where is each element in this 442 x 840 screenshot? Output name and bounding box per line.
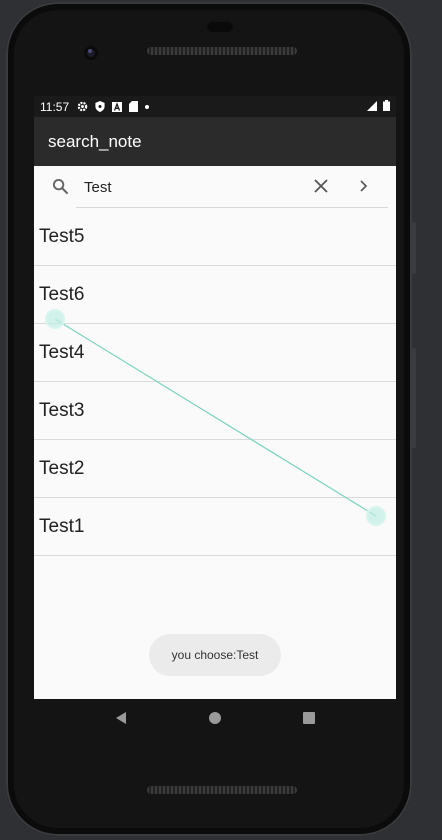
list-item-label: Test1 xyxy=(39,515,85,537)
status-bar: 11:57 xyxy=(34,96,396,117)
volume-button[interactable] xyxy=(411,348,416,448)
list-item[interactable]: Test2 xyxy=(34,440,396,498)
power-button[interactable] xyxy=(411,222,416,274)
device-screen: 11:57 search_note Test Test5 Test6 Test4… xyxy=(34,96,396,699)
recents-square-icon[interactable] xyxy=(302,711,316,730)
chevron-right-icon[interactable] xyxy=(358,179,368,198)
settings-icon xyxy=(77,101,88,112)
search-icon[interactable] xyxy=(52,178,69,200)
back-triangle-icon[interactable] xyxy=(114,711,128,730)
list-item-label: Test2 xyxy=(39,457,85,479)
list-item-label: Test3 xyxy=(39,399,85,421)
top-speaker xyxy=(147,47,297,55)
list-item-label: Test4 xyxy=(39,341,85,363)
status-time: 11:57 xyxy=(40,99,70,114)
search-bar xyxy=(34,166,396,208)
search-underline xyxy=(76,207,388,208)
signal-icon xyxy=(367,100,377,114)
results-list: Test5 Test6 Test4 Test3 Test2 Test1 xyxy=(34,208,396,556)
font-a-icon xyxy=(112,101,123,112)
shield-icon xyxy=(95,101,105,112)
home-circle-icon[interactable] xyxy=(208,711,222,730)
dot-icon xyxy=(145,104,150,109)
search-input[interactable] xyxy=(82,174,306,200)
app-title: search_note xyxy=(48,131,142,151)
list-item-label: Test5 xyxy=(39,225,85,247)
list-item[interactable]: Test4 xyxy=(34,324,396,382)
sd-card-icon xyxy=(129,101,139,112)
battery-icon xyxy=(383,99,390,114)
close-icon[interactable] xyxy=(314,179,328,198)
navigation-bar xyxy=(34,699,396,741)
toast-message: you choose:Test xyxy=(149,634,281,676)
proximity-sensor xyxy=(207,22,233,32)
list-item[interactable]: Test3 xyxy=(34,382,396,440)
list-item[interactable]: Test5 xyxy=(34,208,396,266)
list-item[interactable]: Test6 xyxy=(34,266,396,324)
app-bar: search_note xyxy=(34,117,396,166)
bottom-speaker xyxy=(147,786,297,794)
list-item-label: Test6 xyxy=(39,283,85,305)
front-camera xyxy=(84,46,98,60)
list-item[interactable]: Test1 xyxy=(34,498,396,556)
